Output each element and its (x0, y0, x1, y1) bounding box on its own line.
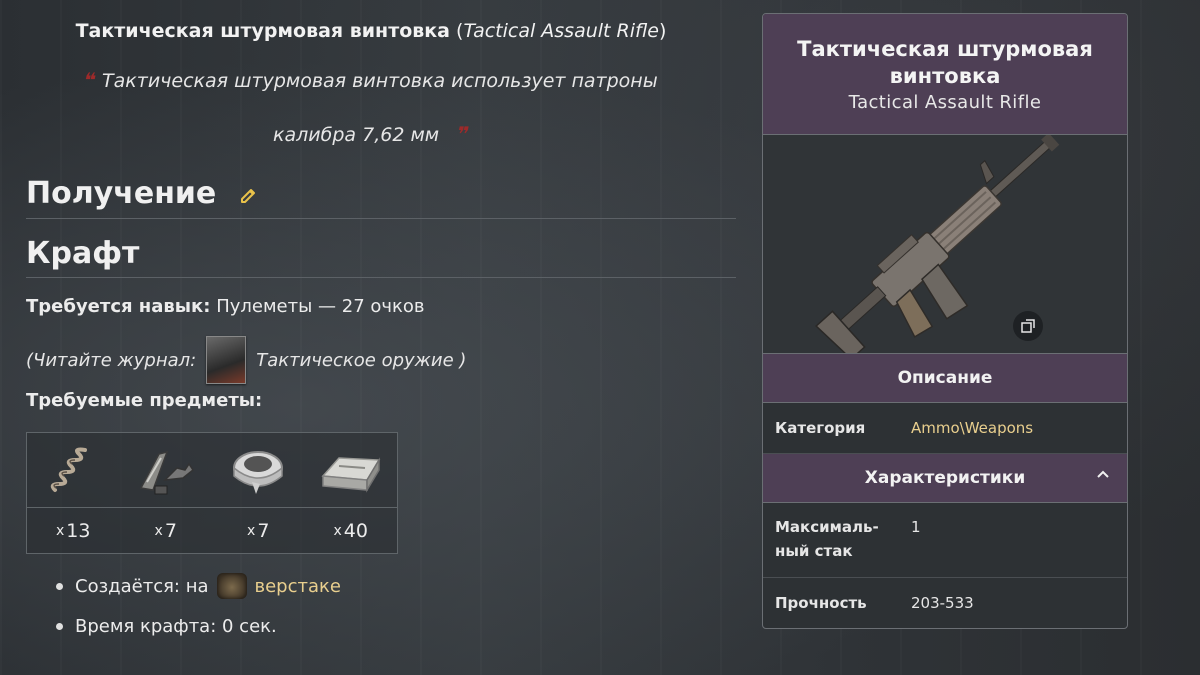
required-item[interactable]: x 40 (304, 433, 397, 553)
quote-line-2: калибра 7,62 мм ❞ (273, 122, 472, 146)
title-russian: Тактическая штурмовая винтовка (75, 20, 450, 42)
item-count: x 13 (27, 507, 120, 553)
edit-pencil-icon[interactable] (239, 177, 257, 212)
quote-open-icon: ❝ (81, 68, 99, 92)
required-item[interactable]: x7 (212, 433, 305, 553)
expand-icon (1021, 319, 1035, 333)
required-item[interactable]: x 13 (27, 433, 120, 553)
weapon-parts-icon (131, 433, 201, 507)
rifle-icon (815, 135, 1060, 353)
duct-tape-icon (226, 433, 290, 507)
iron-ingot-icon (317, 433, 385, 507)
infobox-row-durability: Прочность 203-533 (775, 594, 974, 612)
quote-close-icon: ❞ (454, 122, 472, 146)
skill-requirement: Требуется навык: Пулеметы — 27 очков (26, 296, 425, 317)
journal-cover-icon[interactable] (206, 336, 247, 384)
journal-link[interactable]: Тактическое оружие ) (256, 350, 466, 371)
chevron-up-icon[interactable] (1095, 466, 1111, 487)
required-item[interactable]: x7 (119, 433, 212, 553)
section-craft-heading: Крафт (26, 236, 736, 278)
bullet-icon (56, 622, 63, 630)
workbench-icon[interactable] (216, 573, 247, 599)
infobox-subtitle: Tactical Assault Rifle (848, 91, 1042, 113)
infobox-row-category: Категория Ammo\Weapons (763, 403, 1127, 454)
list-item: Время крафта: 0 сек. (56, 606, 341, 646)
item-count: x 40 (304, 507, 397, 553)
required-items-table: x 13 x7 x7 x 40 (26, 432, 398, 554)
bullet-icon (56, 582, 63, 590)
workbench-link[interactable]: верстаке (255, 576, 341, 597)
craft-info-list: Создаётся: на верстаке Время крафта: 0 с… (56, 566, 341, 646)
item-count: x7 (119, 507, 212, 553)
infobox-description-header: Описание (763, 354, 1127, 403)
infobox-image[interactable] (763, 135, 1127, 354)
category-link[interactable]: Ammo\Weapons (911, 419, 1033, 437)
spring-icon (41, 433, 105, 507)
journal-requirement: (Читайте журнал: Тактическое оружие ) (26, 336, 466, 384)
page-title: Тактическая штурмовая винтовка (Tactical… (75, 20, 667, 42)
required-items-label: Требуемые предметы: (26, 390, 263, 411)
title-english: Tactical Assault Rifle (463, 20, 659, 42)
item-count: x7 (212, 507, 305, 553)
expand-image-button[interactable] (1013, 311, 1043, 341)
list-item: Создаётся: на верстаке (56, 566, 341, 606)
infobox-stats-header[interactable]: Характеристики (763, 454, 1127, 503)
section-obtain-heading: Получение (26, 176, 736, 219)
infobox-title: Тактическая штурмовая винтовка (797, 36, 1093, 88)
quote-line-1: ❝ Тактическая штурмовая винтовка использ… (81, 68, 658, 92)
infobox: Тактическая штурмовая винтовка Tactical … (762, 13, 1128, 629)
infobox-header: Тактическая штурмовая винтовка Tactical … (763, 14, 1127, 135)
infobox-row-max-stack: Максималь-ный стак 1 (763, 503, 1127, 578)
